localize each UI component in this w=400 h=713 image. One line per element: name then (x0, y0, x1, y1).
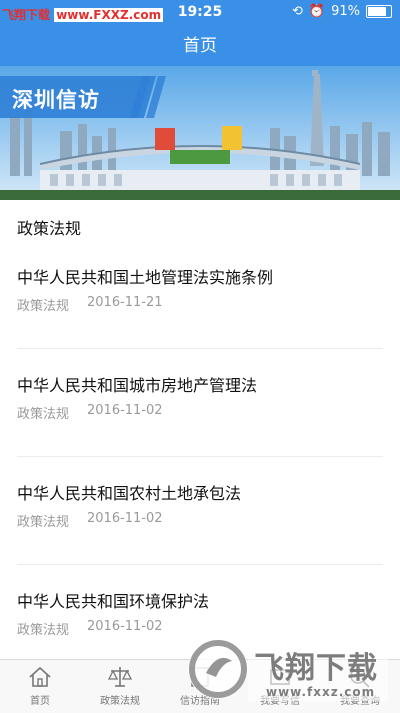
scale-icon (107, 667, 133, 687)
tab-label: 政策法规 (100, 696, 140, 707)
status-bar: 19:25 ⟲ ⏰ 91% 飞翔下载 www.FXXZ.com (0, 0, 400, 26)
status-right: ⟲ ⏰ 91% (292, 4, 392, 19)
article-category: 政策法规 (17, 623, 70, 638)
article-date: 2016-11-21 (87, 295, 163, 310)
article-meta: 政策法规 2016-11-02 (17, 403, 163, 422)
watermark-top: 飞翔下载 www.FXXZ.com (2, 6, 164, 23)
battery-icon (366, 5, 392, 18)
watermark-logo: 飞翔下载 www.fxxz.com (186, 633, 391, 705)
nav-bar: 首页 (0, 26, 400, 66)
watermark-logo-brand: 飞翔下载 (254, 651, 378, 686)
article-date: 2016-11-02 (87, 403, 163, 418)
battery-fill (368, 7, 386, 16)
article-date: 2016-11-02 (87, 619, 163, 634)
watermark-top-url: www.FXXZ.com (54, 8, 164, 22)
article-title: 中华人民共和国农村土地承包法 (17, 484, 242, 503)
article-category: 政策法规 (17, 515, 70, 530)
article-title: 中华人民共和国环境保护法 (17, 592, 210, 611)
banner-label: 深圳信访 (12, 88, 100, 112)
list-item[interactable]: 中华人民共和国土地管理法实施条例 政策法规 2016-11-21 (0, 264, 400, 372)
home-icon (29, 666, 51, 687)
banner[interactable]: 深圳信访 (0, 66, 400, 200)
article-date: 2016-11-02 (87, 511, 163, 526)
tab-label: 首页 (30, 696, 50, 707)
divider (17, 456, 383, 457)
alarm-icon: ⏰ (308, 4, 326, 19)
list-item[interactable]: 中华人民共和国农村土地承包法 政策法规 2016-11-02 (0, 480, 400, 588)
battery-percent: 91% (331, 4, 360, 19)
list-item[interactable]: 中华人民共和国城市房地产管理法 政策法规 2016-11-02 (0, 372, 400, 480)
divider (17, 348, 383, 349)
article-meta: 政策法规 2016-11-02 (17, 619, 163, 638)
article-category: 政策法规 (17, 407, 70, 422)
section-header: 政策法规 (17, 219, 82, 238)
tab-policy[interactable]: 政策法规 (80, 660, 160, 713)
tab-home[interactable]: 首页 (0, 660, 80, 713)
article-title: 中华人民共和国土地管理法实施条例 (17, 268, 274, 287)
page-title: 首页 (183, 36, 217, 56)
article-title: 中华人民共和国城市房地产管理法 (17, 376, 258, 395)
article-meta: 政策法规 2016-11-21 (17, 295, 163, 314)
watermark-logo-url: www.fxxz.com (266, 685, 376, 699)
divider (17, 564, 383, 565)
watermark-top-brand: 飞翔下载 (2, 8, 51, 22)
article-category: 政策法规 (17, 299, 70, 314)
lock-rotation-icon: ⟲ (292, 4, 303, 19)
article-meta: 政策法规 2016-11-02 (17, 511, 163, 530)
